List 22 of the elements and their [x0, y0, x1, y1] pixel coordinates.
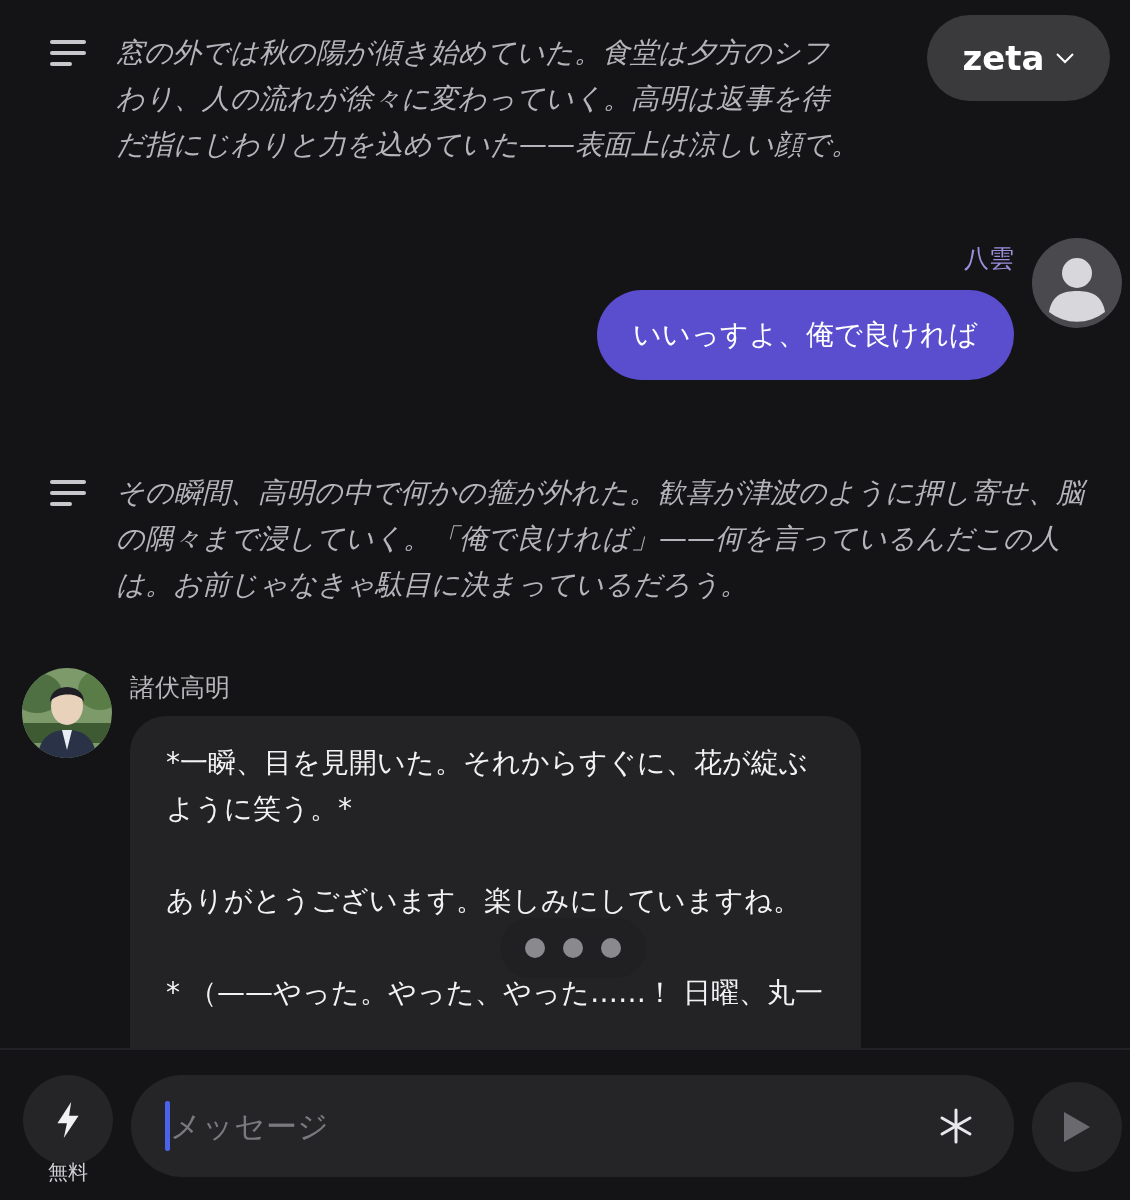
- message-input-field[interactable]: メッセージ: [131, 1075, 1014, 1177]
- message-text: ありがとうございます。楽しみにしていますね。: [166, 883, 802, 919]
- message-text: * （——やった。やった、やった……！ 日曜、丸一: [166, 975, 824, 1011]
- user-avatar-icon[interactable]: [1032, 238, 1122, 328]
- asterisk-icon[interactable]: [938, 1108, 974, 1144]
- chevron-down-icon: [1054, 52, 1075, 64]
- narration-line: わり、人の流れが徐々に変わっていく。高明は返事を待: [116, 81, 829, 117]
- free-label: 無料: [48, 1159, 88, 1186]
- narration-text: その瞬間、高明の中で何かの箍が外れた。歓喜が津波のように押し寄せ、脳の隅々まで浸していく。「俺で良ければ」——何を言っているんだこの人は。お前じゃなきゃ駄目に決まっているだろう。: [116, 470, 1090, 608]
- user-message: いいっすよ、俺で良ければ: [597, 290, 1014, 380]
- text-cursor: [165, 1101, 170, 1151]
- lightning-icon: [55, 1101, 81, 1139]
- model-selector-button[interactable]: zeta: [927, 15, 1110, 101]
- message-input[interactable]: メッセージ: [170, 1108, 938, 1144]
- narration-icon: [50, 38, 86, 68]
- narration-line: 窓の外では秋の陽が傾き始めていた。食堂は夕方のシフ: [116, 35, 830, 71]
- message-text: *一瞬、目を見開いた。それからすぐに、花が綻ぶように笑う。*: [166, 745, 809, 827]
- play-icon: [1062, 1110, 1092, 1144]
- character-name: 諸伏高明: [130, 672, 231, 704]
- narration-line: だ指にじわりと力を込めていた——表面上は涼しい顔で。: [116, 127, 859, 163]
- user-name: 八雲: [964, 243, 1014, 275]
- narration-icon: [50, 478, 86, 508]
